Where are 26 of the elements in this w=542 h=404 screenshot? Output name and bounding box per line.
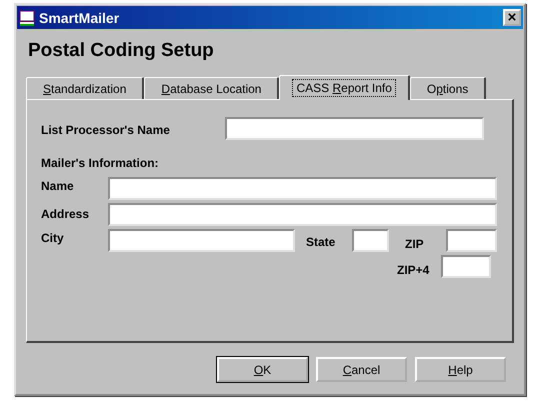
dialog-button[interactable]: Help [415, 357, 506, 382]
field-label: City [41, 230, 65, 245]
field-label: ZIP+4 [397, 262, 430, 277]
field-label: List Processor's Name [41, 122, 171, 136]
dialog-button[interactable]: Cancel [316, 357, 407, 382]
close-button[interactable]: × [503, 9, 521, 26]
tab[interactable]: CASS Report Info [279, 75, 410, 100]
dialog-button[interactable]: OK [217, 357, 308, 382]
tab[interactable]: Standardization [26, 77, 144, 99]
field-label: State [306, 234, 336, 249]
text-field[interactable] [108, 229, 295, 252]
section-label: Mailer's Information: [41, 156, 160, 170]
field-label: ZIP [405, 236, 425, 251]
text-field[interactable] [352, 229, 389, 252]
window-title: SmartMailer [39, 10, 120, 26]
text-field[interactable] [108, 177, 497, 200]
field-label: Address [41, 206, 90, 221]
tab[interactable]: Database Location [144, 77, 280, 99]
dialog-heading: Postal Coding Setup [27, 39, 215, 63]
tab[interactable]: Options [410, 77, 486, 99]
text-field[interactable] [446, 229, 497, 252]
field-label: Name [41, 178, 75, 193]
text-field[interactable] [108, 203, 497, 226]
monitor-icon [19, 10, 35, 26]
text-field[interactable] [441, 255, 491, 278]
text-field[interactable] [225, 117, 484, 140]
